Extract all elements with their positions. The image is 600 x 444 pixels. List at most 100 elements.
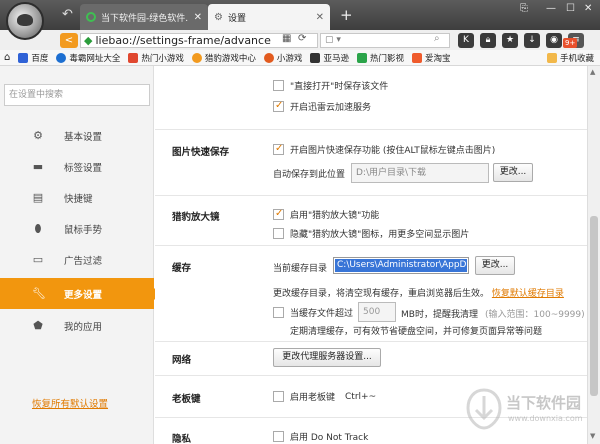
open-save-option[interactable]: "直接打开"时保存该文件 (273, 79, 388, 92)
scroll-up-icon[interactable]: ▲ (590, 68, 595, 76)
dnt-option[interactable]: 启用 Do Not Track (273, 430, 368, 443)
scroll-down-icon[interactable]: ▼ (590, 432, 595, 440)
kingsoft-icon[interactable]: K (458, 33, 474, 48)
minimize-icon[interactable]: — (546, 3, 556, 14)
home-icon[interactable]: ⌂ (4, 52, 10, 63)
image-save-checkbox[interactable] (273, 143, 284, 155)
cache-restore-link[interactable]: 恢复默认缓存目录 (492, 289, 564, 299)
scrollbar-thumb[interactable] (590, 216, 598, 396)
sidebar-item-label: 基本设置 (64, 131, 103, 143)
sidebar-item-gestures[interactable]: ⬮ 鼠标手势 (0, 213, 154, 244)
sidebar-item-label: 广告过滤 (64, 255, 103, 267)
bookmark-favicon-icon (191, 52, 202, 63)
image-save-path-field: D:\用户目录\下载 (351, 163, 489, 183)
section-title: 缓存 (172, 263, 192, 274)
mobile-bookmarks[interactable]: 手机收藏 (546, 52, 594, 64)
bookmark-item[interactable]: 热门影视 (356, 52, 404, 64)
magnifier-hide-option[interactable]: 隐藏"猎豹放大镜"图标，用更多空间显示图片 (273, 227, 469, 240)
sidebar-item-basic[interactable]: ⚙ 基本设置 (0, 120, 154, 151)
tab-close-icon[interactable]: ✕ (194, 12, 202, 23)
xunlei-option[interactable]: 开启迅雷云加速服务 (273, 100, 371, 113)
bookmark-label: 百度 (31, 53, 49, 64)
restore-window-icon[interactable]: ⎘ (520, 3, 528, 14)
cache-limit-range: (输入范围：100~9999) (485, 310, 585, 320)
back-button[interactable]: < (60, 33, 78, 48)
sidebar-item-more[interactable]: 🔧︎ 更多设置 (0, 278, 160, 309)
sidebar-item-tabs[interactable]: ▬ 标签设置 (0, 151, 154, 182)
cache-limit-checkbox[interactable] (273, 307, 284, 318)
cache-change-button[interactable]: 更改... (475, 256, 515, 275)
proxy-settings-button[interactable]: 更改代理服务器设置... (273, 348, 381, 367)
bookmark-item[interactable]: 小游戏 (263, 52, 303, 64)
tab-settings[interactable]: ⚙ 设置 ✕ (208, 4, 330, 30)
bookmark-item[interactable]: 毒霸网址大全 (56, 52, 120, 64)
image-save-option[interactable]: 开启图片快速保存功能 (按住ALT鼠标左键点击图片) (273, 143, 495, 156)
open-save-checkbox[interactable] (273, 80, 284, 91)
vertical-scrollbar[interactable]: ▲ ▼ (587, 66, 600, 444)
magnifier-checkbox[interactable] (273, 208, 284, 220)
download-icon[interactable]: ↓ (524, 33, 540, 48)
bookmark-favicon-icon (263, 52, 274, 63)
dnt-checkbox[interactable] (273, 431, 284, 442)
boss-key-label: 启用老板键 (290, 393, 336, 403)
boss-key-option[interactable]: 启用老板键 Ctrl+~ (273, 390, 376, 403)
sidebar-item-label: 快捷键 (64, 193, 93, 205)
magnifier-option[interactable]: 启用"猎豹放大镜"功能 (273, 208, 379, 221)
xunlei-checkbox[interactable] (273, 100, 284, 112)
watermark-url: www.downxia.com (508, 414, 583, 423)
image-save-change-button[interactable]: 更改... (493, 163, 533, 182)
bookmark-item[interactable]: 爱淘宝 (411, 52, 450, 64)
cache-note-text: 更改缓存目录，将清空现有缓存，重启浏览器后生效。 (273, 289, 490, 299)
bookmark-favicon-icon (128, 52, 139, 63)
dnt-label: 启用 Do Not Track (290, 433, 369, 443)
tab-title: 当下软件园-绿色软件... (101, 13, 189, 24)
sidebar-item-label: 鼠标手势 (64, 224, 103, 236)
bookmark-favicon-icon (356, 52, 367, 63)
gear-icon: ⚙ (214, 11, 223, 23)
watermark-title: 当下软件园 (506, 394, 582, 412)
refresh-icon[interactable]: ⟳ (298, 33, 306, 44)
network-section: 网络 更改代理服务器设置... (155, 342, 587, 376)
search-input[interactable]: ▢ ▾ (320, 33, 450, 48)
boss-key-hotkey: Ctrl+~ (345, 391, 377, 402)
bookmark-item[interactable]: 猎豹游戏中心 (191, 52, 256, 64)
page-grid-icon[interactable]: ▦ (282, 33, 291, 44)
settings-search-input[interactable]: 在设置中搜索 (4, 84, 150, 106)
magnifier-hide-label: 隐藏"猎豹放大镜"图标，用更多空间显示图片 (290, 230, 470, 240)
maximize-icon[interactable]: ☐ (566, 3, 575, 14)
cache-limit-option[interactable]: 当缓存文件超过 (273, 306, 353, 319)
cache-dir-label: 当前缓存目录 (273, 264, 328, 274)
magnifier-label: 启用"猎豹放大镜"功能 (290, 211, 380, 221)
liebao-logo-icon[interactable] (6, 2, 44, 40)
wrench-icon: 🔧︎ (32, 286, 46, 300)
download-section: "直接打开"时保存该文件 开启迅雷云加速服务 (155, 66, 587, 130)
search-icon[interactable]: ⌕ (434, 33, 440, 44)
open-save-label: "直接打开"时保存该文件 (290, 82, 389, 92)
bookmark-label: 亚马逊 (323, 53, 349, 64)
sidebar-item-shortcuts[interactable]: ▤ 快捷键 (0, 182, 154, 213)
star-icon[interactable]: ★ (502, 33, 518, 48)
new-tab-button[interactable]: + (340, 6, 353, 24)
restore-defaults-link[interactable]: 恢复所有默认设置 (32, 396, 108, 410)
cache-limit-input[interactable]: 500 (358, 302, 396, 322)
tab-downxia[interactable]: 当下软件园-绿色软件... ✕ (80, 4, 208, 30)
sidebar-item-apps[interactable]: ⬟ 我的应用 (0, 310, 154, 341)
gamepad-icon[interactable]: ◉ (546, 33, 562, 48)
puzzle-icon: ⬟ (33, 318, 43, 332)
bookmark-item[interactable]: 亚马逊 (310, 52, 349, 64)
sidebar-item-adfilter[interactable]: ▭ 广告过滤 (0, 244, 154, 275)
bookmark-item[interactable]: 百度 (18, 52, 48, 64)
close-window-icon[interactable]: ✕ (584, 3, 592, 14)
tab-close-icon[interactable]: ✕ (316, 12, 324, 23)
magnifier-hide-checkbox[interactable] (273, 228, 284, 239)
notification-badge: 9+ (563, 38, 578, 48)
keyboard-icon: ▤ (32, 190, 44, 204)
boss-key-checkbox[interactable] (273, 391, 284, 402)
sidebar-item-label: 我的应用 (64, 321, 103, 333)
bookmark-item[interactable]: 热门小游戏 (128, 52, 184, 64)
image-save-section: 图片快速保存 开启图片快速保存功能 (按住ALT鼠标左键点击图片) 自动保存到此… (155, 130, 587, 196)
bookmark-label: 小游戏 (276, 53, 303, 64)
lock-icon[interactable]: 🔒︎ (480, 33, 496, 48)
cache-dir-input[interactable]: C:\Users\Administrator\AppData (333, 257, 469, 274)
back-arrow-icon[interactable]: ↶ (62, 7, 73, 23)
